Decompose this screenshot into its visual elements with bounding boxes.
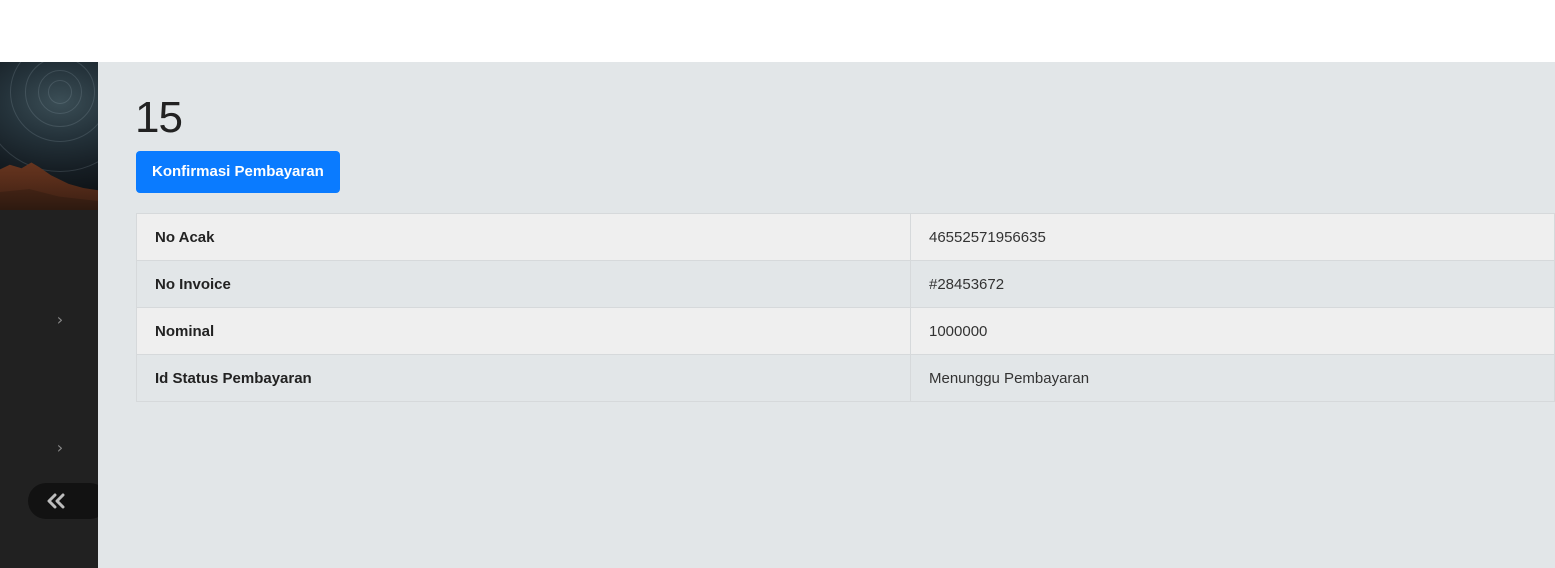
- chevron-right-icon[interactable]: ›: [50, 310, 70, 330]
- row-value: #28453672: [910, 260, 1555, 308]
- row-value: 46552571956635: [910, 213, 1555, 261]
- chevron-right-icon[interactable]: ›: [50, 438, 70, 458]
- row-value: Menunggu Pembayaran: [910, 354, 1555, 402]
- sidebar-header-image: [0, 62, 98, 210]
- sidebar-collapse-button[interactable]: [28, 483, 98, 519]
- sidebar: › ›: [0, 62, 98, 568]
- page-title: 15: [135, 93, 183, 142]
- table-row: Nominal 1000000: [136, 307, 1555, 355]
- confirm-payment-button[interactable]: Konfirmasi Pembayaran: [136, 151, 340, 193]
- row-label: Id Status Pembayaran: [136, 354, 911, 402]
- table-row: No Acak 46552571956635: [136, 213, 1555, 261]
- top-bar: [0, 0, 1555, 62]
- row-label: No Invoice: [136, 260, 911, 308]
- row-label: Nominal: [136, 307, 911, 355]
- table-row: Id Status Pembayaran Menunggu Pembayaran: [136, 354, 1555, 402]
- detail-table: No Acak 46552571956635 No Invoice #28453…: [136, 213, 1555, 402]
- row-label: No Acak: [136, 213, 911, 261]
- table-row: No Invoice #28453672: [136, 260, 1555, 308]
- main-content: 15 Konfirmasi Pembayaran No Acak 4655257…: [98, 62, 1555, 568]
- row-value: 1000000: [910, 307, 1555, 355]
- double-chevron-left-icon: [47, 493, 65, 509]
